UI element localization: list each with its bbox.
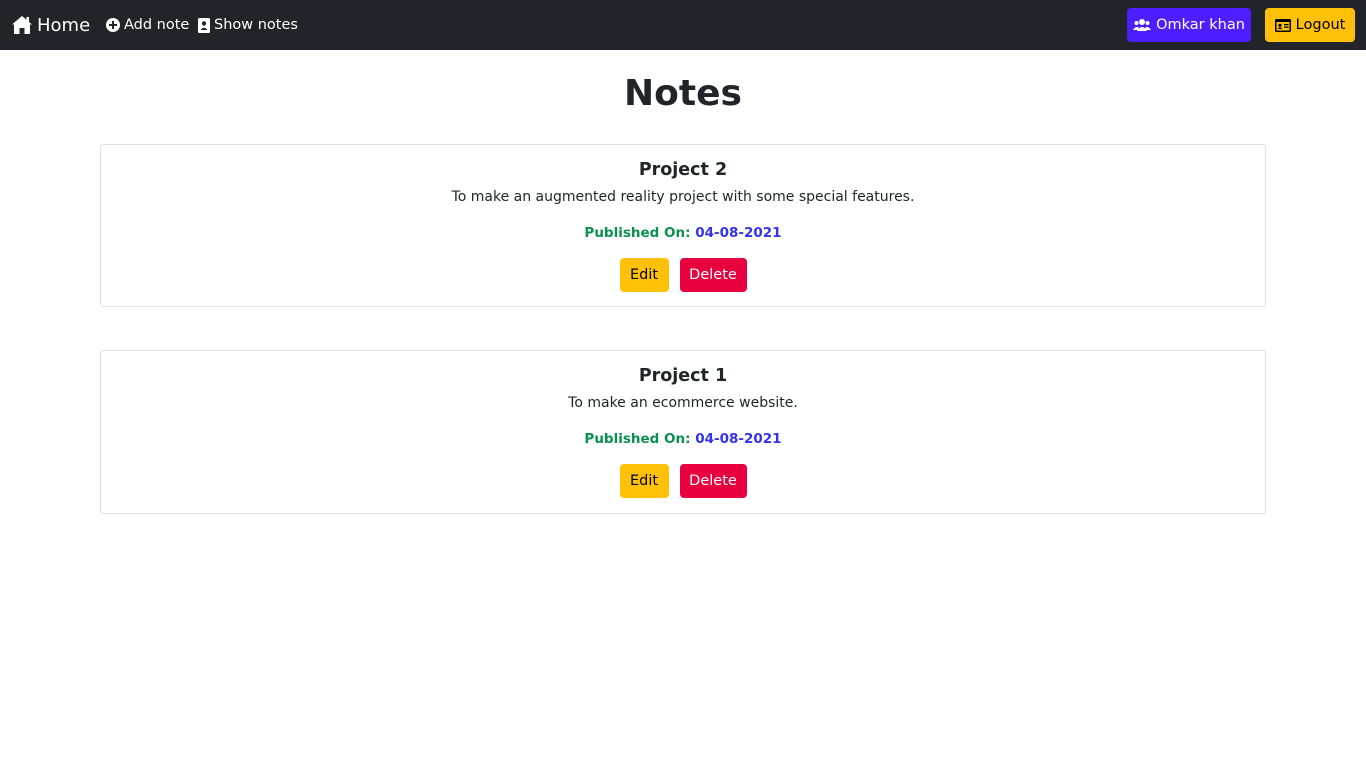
nav-home-label: Home xyxy=(37,14,91,36)
note-card: Project 1 To make an ecommerce website. … xyxy=(100,350,1266,514)
published-label: Published On: xyxy=(584,431,691,447)
delete-button[interactable]: Delete xyxy=(679,258,747,292)
note-actions: Edit Delete xyxy=(101,464,1265,498)
id-card-icon xyxy=(1274,18,1291,32)
users-icon xyxy=(1133,19,1152,31)
published-date: 04-08-2021 xyxy=(695,225,782,241)
note-description: To make an augmented reality project wit… xyxy=(451,189,915,205)
home-icon xyxy=(12,16,32,34)
note-title: Project 1 xyxy=(638,366,728,386)
user-profile-button[interactable]: Omkar khan xyxy=(1127,8,1251,42)
address-book-icon xyxy=(198,17,210,33)
nav-show-notes-link[interactable]: Show notes xyxy=(198,15,298,35)
nav-home-link[interactable]: Home xyxy=(11,13,90,37)
logout-button[interactable]: Logout xyxy=(1265,8,1355,42)
navbar: Home Add note Show notes Omkar khan Logo… xyxy=(0,0,1366,50)
published-date: 04-08-2021 xyxy=(695,431,782,447)
plus-circle-icon xyxy=(106,18,120,32)
note-card: Project 2 To make an augmented reality p… xyxy=(100,144,1266,307)
note-actions: Edit Delete xyxy=(101,258,1265,292)
note-title: Project 2 xyxy=(638,160,728,180)
nav-add-note-link[interactable]: Add note xyxy=(106,15,189,35)
page-title: Notes xyxy=(624,73,742,114)
nav-add-note-label: Add note xyxy=(124,17,190,33)
note-published: Published On: 04-08-2021 xyxy=(101,430,1265,448)
edit-button[interactable]: Edit xyxy=(619,258,669,292)
published-label: Published On: xyxy=(584,225,691,241)
delete-button[interactable]: Delete xyxy=(679,464,747,498)
logout-label: Logout xyxy=(1295,17,1346,33)
nav-show-notes-label: Show notes xyxy=(214,17,298,33)
edit-button[interactable]: Edit xyxy=(619,464,669,498)
note-description: To make an ecommerce website. xyxy=(568,395,798,411)
note-published: Published On: 04-08-2021 xyxy=(101,224,1265,242)
user-name-label: Omkar khan xyxy=(1156,17,1245,33)
